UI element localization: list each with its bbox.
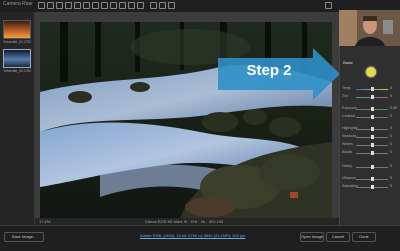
panel-header: Basic — [343, 60, 353, 65]
rotate-right-icon[interactable] — [168, 2, 175, 9]
crop-tool-icon[interactable] — [83, 2, 90, 9]
slider-label: Exposure — [342, 106, 357, 110]
slider-label: Tint — [342, 94, 348, 98]
slider-value: 0 — [390, 164, 392, 168]
slider-tint[interactable]: Tint 0 — [342, 94, 400, 100]
cursor-highlight — [366, 67, 376, 77]
radial-filter-icon[interactable] — [137, 2, 144, 9]
slider-contrast[interactable]: Contrast 0 — [342, 114, 400, 120]
red-eye-icon[interactable] — [110, 2, 117, 9]
window-title: Camera Raw — [3, 1, 33, 7]
slider-label: Shadows — [342, 134, 357, 138]
step-label: Step 2 — [246, 62, 292, 79]
filmstrip-thumbnail-2-selected[interactable] — [3, 49, 31, 68]
slider-value: 0 — [390, 184, 392, 188]
step-overlay-arrow: Step 2 — [218, 48, 340, 100]
zoom-level[interactable]: 17.4% — [39, 219, 50, 224]
white-balance-tool-icon[interactable] — [56, 2, 63, 9]
slider-saturation[interactable]: Saturation 0 — [342, 184, 400, 190]
slider-label: Vibrance — [342, 176, 356, 180]
filmstrip-thumbnail-label: Yosemite_01.CR2 — [3, 40, 32, 44]
bottom-bar: Save Image... Adobe RGB (1998); 16 bit; … — [0, 225, 400, 251]
slider-value: 0 — [390, 126, 392, 130]
rotate-left-icon[interactable] — [159, 2, 166, 9]
slider-highlights[interactable]: Highlights 0 — [342, 126, 400, 132]
graduated-filter-icon[interactable] — [128, 2, 135, 9]
open-image-button[interactable]: Open Image — [300, 232, 324, 242]
filmstrip-thumbnail-1[interactable] — [3, 20, 31, 39]
straighten-tool-icon[interactable] — [92, 2, 99, 9]
slider-knob[interactable] — [371, 87, 374, 91]
workflow-options-link[interactable]: Adobe RGB (1998); 16 bit; 5760 by 3840 (… — [140, 233, 245, 238]
slider-value: 0 — [390, 176, 392, 180]
slider-value: 0.00 — [390, 106, 397, 110]
slider-value: 0 — [390, 134, 392, 138]
slider-value: 0 — [390, 142, 392, 146]
adjustment-brush-icon[interactable] — [119, 2, 126, 9]
targeted-adjustment-icon[interactable] — [74, 2, 81, 9]
photo-info: Canon EOS 5D Mark III · f/16 · 2s · ISO … — [145, 219, 224, 224]
slider-clarity[interactable]: Clarity 0 — [342, 164, 400, 170]
zoom-tool-icon[interactable] — [38, 2, 45, 9]
slider-value: 0 — [390, 94, 392, 98]
cancel-button[interactable]: Cancel — [326, 232, 350, 242]
slider-vibrance[interactable]: Vibrance 0 — [342, 176, 400, 182]
slider-knob[interactable] — [371, 115, 374, 119]
status-strip: 17.4% Canon EOS 5D Mark III · f/16 · 2s … — [35, 218, 339, 225]
slider-knob[interactable] — [371, 127, 374, 131]
done-button[interactable]: Done — [352, 232, 376, 242]
slider-knob[interactable] — [371, 151, 374, 155]
slider-label: Blacks — [342, 150, 353, 154]
basic-adjustments-panel: Basic Temp 0 Tint 0 Exposure 0.00 Contra… — [339, 46, 400, 225]
slider-knob[interactable] — [371, 165, 374, 169]
slider-blacks[interactable]: Blacks 0 — [342, 150, 400, 156]
save-image-button[interactable]: Save Image... — [4, 232, 44, 242]
slider-value: 0 — [390, 114, 392, 118]
hand-tool-icon[interactable] — [47, 2, 54, 9]
presenter-webcam — [339, 10, 400, 46]
slider-knob[interactable] — [371, 177, 374, 181]
slider-knob[interactable] — [371, 107, 374, 111]
slider-value: 0 — [390, 86, 392, 90]
slider-whites[interactable]: Whites 0 — [342, 142, 400, 148]
slider-knob[interactable] — [371, 185, 374, 189]
slider-label: Contrast — [342, 114, 356, 118]
slider-label: Clarity — [342, 164, 352, 168]
slider-label: Whites — [342, 142, 353, 146]
slider-knob[interactable] — [371, 135, 374, 139]
slider-exposure[interactable]: Exposure 0.00 — [342, 106, 400, 112]
filmstrip-thumbnail-label: Yosemite_02.CR2 — [3, 69, 32, 73]
slider-shadows[interactable]: Shadows 0 — [342, 134, 400, 140]
slider-label: Temp — [342, 86, 351, 90]
fullscreen-icon[interactable] — [325, 2, 332, 9]
preferences-icon[interactable] — [150, 2, 157, 9]
slider-knob[interactable] — [371, 95, 374, 99]
slider-knob[interactable] — [371, 143, 374, 147]
filmstrip: Yosemite_01.CR2 Yosemite_02.CR2 — [0, 12, 35, 225]
slider-temp[interactable]: Temp 0 — [342, 86, 400, 92]
spot-removal-icon[interactable] — [101, 2, 108, 9]
color-sampler-icon[interactable] — [65, 2, 72, 9]
slider-value: 0 — [390, 150, 392, 154]
